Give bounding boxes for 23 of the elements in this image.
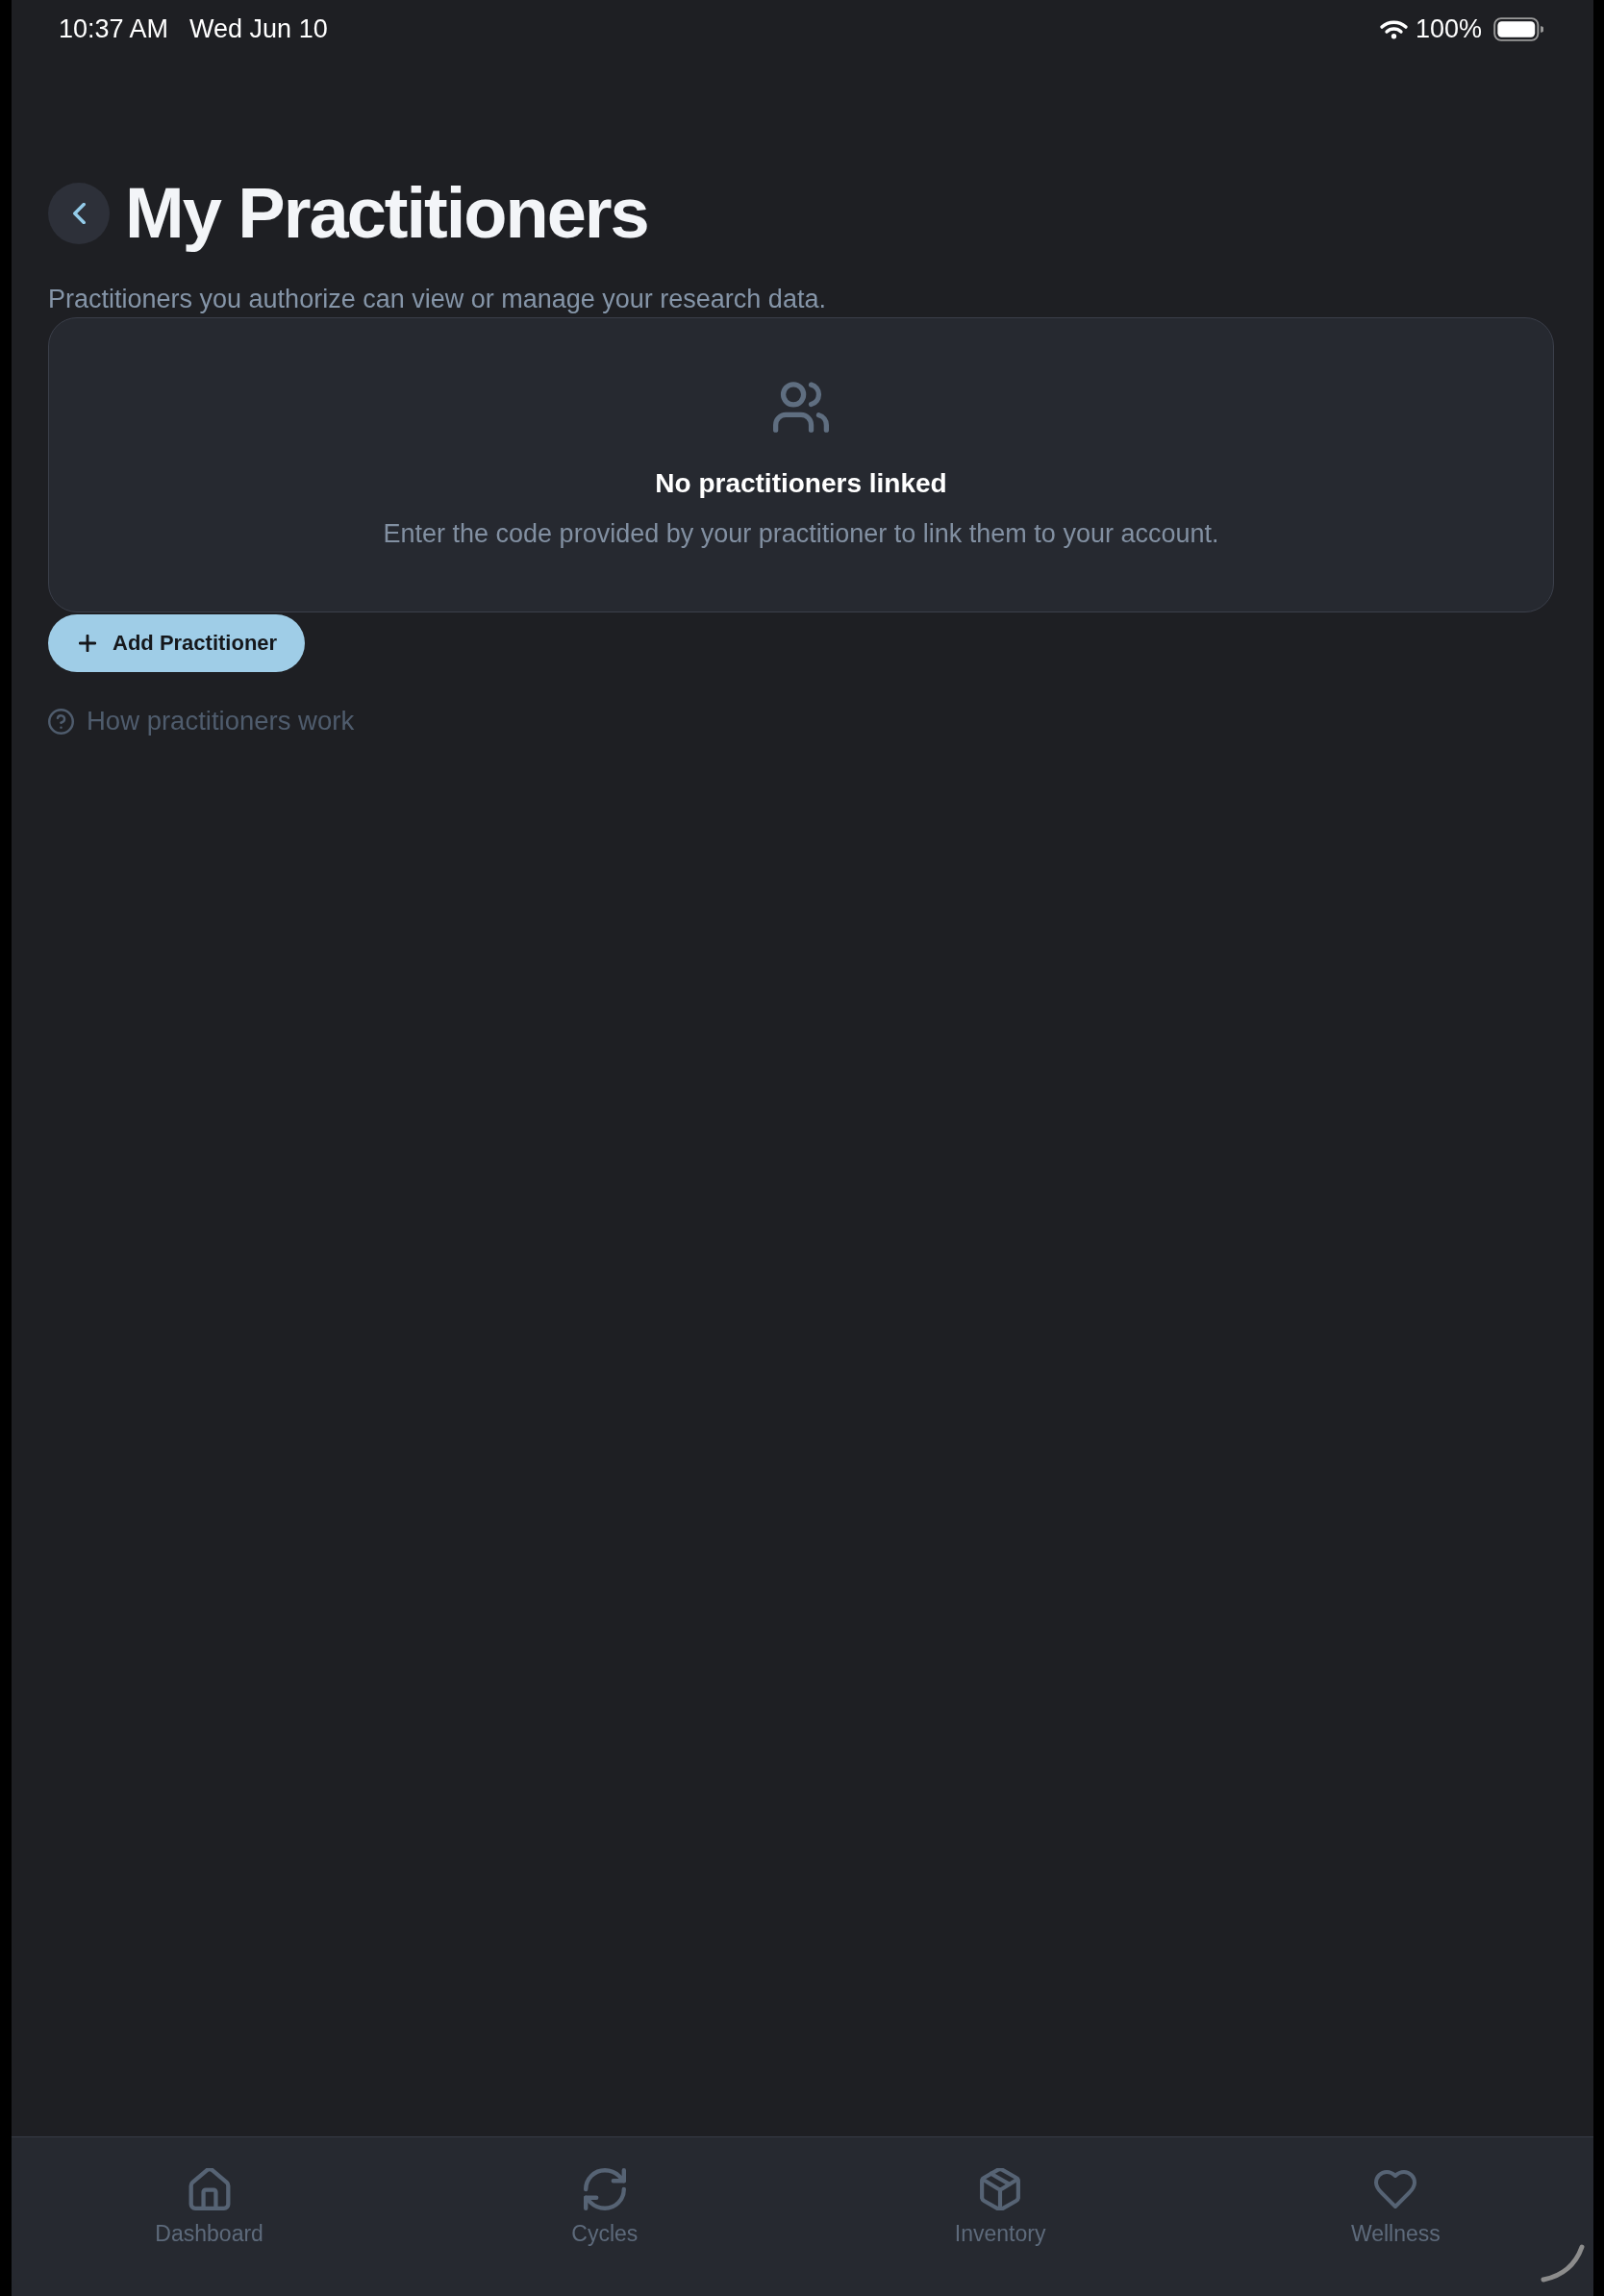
chevron-left-icon [72, 203, 86, 224]
wifi-icon [1379, 18, 1408, 39]
add-practitioner-button[interactable]: Add Practitioner [48, 614, 306, 672]
status-time: 10:37 AM [59, 13, 169, 44]
arc-icon [1540, 2243, 1586, 2284]
help-link[interactable]: How practitioners work [48, 705, 355, 737]
tab-bar-item[interactable]: Wellness [1350, 2168, 1441, 2246]
empty-state-message: Enter the code provided by your practitioner to link them to your account. [383, 518, 1219, 550]
battery-icon [1493, 16, 1543, 41]
heart-icon [1374, 2168, 1417, 2210]
status-date: Wed Jun 10 [189, 13, 328, 44]
box-icon [979, 2168, 1022, 2210]
tab-bar-item[interactable]: Inventory [954, 2168, 1046, 2246]
help-icon [48, 708, 74, 735]
page-subtitle: Practitioners you authorize can view or manage your research data. [48, 284, 826, 315]
people-icon [773, 382, 829, 433]
tab-bar-item[interactable]: Cycles [571, 2168, 639, 2246]
battery-percent: 100% [1415, 13, 1482, 44]
house-icon [188, 2168, 231, 2210]
plus-icon [79, 635, 96, 652]
refresh-icon [583, 2168, 626, 2210]
empty-state-title: No practitioners linked [655, 467, 947, 500]
tab-bar-item[interactable]: Dashboard [155, 2168, 263, 2246]
